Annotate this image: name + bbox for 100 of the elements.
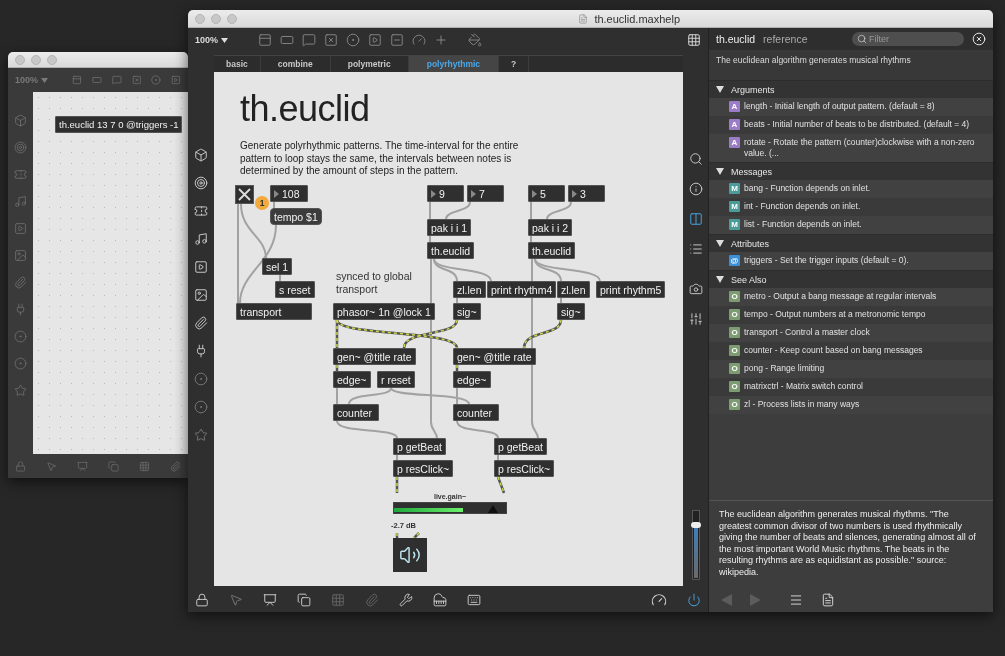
object-box[interactable]: zl.len [453,281,486,298]
piano-icon[interactable] [433,593,447,607]
toggle[interactable] [235,185,254,204]
play-square-icon[interactable] [171,73,181,87]
pointer-icon[interactable] [46,459,57,473]
object-box[interactable]: phasor~ 1n @lock 1 [333,303,435,320]
object-box[interactable]: sel 1 [262,258,293,275]
zoom-menu[interactable]: 100% [195,35,229,45]
circle-icon[interactable] [14,330,27,343]
reference-item[interactable]: @ triggers - Set the trigger inputs (default = 0). [709,252,993,270]
object-box[interactable]: pak i i 1 [427,219,472,236]
tab[interactable]: polyrhythmic [408,56,500,72]
panel-icon[interactable] [258,33,273,47]
speaker-button[interactable] [393,538,427,572]
section-header[interactable]: Attributes [709,234,993,252]
reference-item[interactable]: O zl - Process lists in many ways [709,396,993,414]
close-icon[interactable] [972,32,986,46]
power-icon[interactable] [687,593,701,607]
object-box[interactable]: r reset [377,371,415,388]
paperclip-icon[interactable] [365,593,379,607]
object-box[interactable]: th.euclid [528,242,576,259]
number-box[interactable]: 108 [270,185,308,202]
minimize-light[interactable] [31,54,41,65]
reference-item[interactable]: A length - Initial length of output pattern. (default = 8) [709,98,993,116]
section-header[interactable]: Arguments [709,80,993,98]
minimize-light[interactable] [211,13,221,24]
plus-icon[interactable] [434,33,449,47]
filter-field[interactable]: Filter [852,32,964,46]
reference-item[interactable]: O transport - Control a master clock [709,324,993,342]
wrench-icon[interactable] [399,593,413,607]
volume-slider[interactable] [691,510,700,580]
rectangle-icon[interactable] [280,33,295,47]
camera-icon[interactable] [688,282,703,296]
menu-icon[interactable] [789,593,803,607]
back-arrow-icon[interactable] [721,594,732,606]
paperclip-icon[interactable] [14,276,27,289]
minus-square-icon[interactable] [390,33,405,47]
reference-item[interactable]: M bang - Function depends on inlet. [709,180,993,198]
lock-icon[interactable] [195,593,209,607]
sliders-icon[interactable] [688,312,703,326]
circle-icon[interactable] [194,372,208,386]
dial-icon[interactable] [412,33,427,47]
search-icon[interactable] [688,152,703,166]
object-box[interactable]: print rhythm4 [487,281,557,298]
gauge-icon[interactable] [651,592,667,608]
paperclip-icon[interactable] [170,459,181,473]
number-box[interactable]: 9 [427,185,464,202]
copy-icon[interactable] [297,593,311,607]
circle-dot-icon[interactable] [151,73,162,87]
circle-dot-icon[interactable] [346,33,361,47]
reference-item[interactable]: A rotate - Rotate the pattern (counter)clockwise with a non-zero value. (... [709,134,993,162]
list-icon[interactable] [688,242,703,256]
object-box[interactable]: pak i i 2 [528,219,573,236]
star-icon[interactable] [194,428,208,442]
close-light[interactable] [15,54,25,65]
object-box[interactable]: p getBeat [393,438,446,455]
pointer-icon[interactable] [229,593,243,607]
info-icon[interactable] [688,182,703,196]
section-header[interactable]: See Also [709,270,993,288]
object-box[interactable]: s reset [275,281,315,298]
object-box[interactable]: gen~ @title rate [453,348,536,365]
document-icon[interactable] [821,593,835,607]
object-box[interactable]: p getBeat [494,438,547,455]
object-box[interactable]: counter [453,404,499,421]
object-box[interactable]: th.euclid 13 7 0 @triggers -1 [55,116,183,133]
number-box[interactable]: 5 [528,185,565,202]
speech-bubble-icon[interactable] [111,73,122,87]
music-note-icon[interactable] [194,232,208,246]
object-box[interactable]: sig~ [557,303,585,320]
reference-item[interactable]: O metro - Output a bang message at regular intervals [709,288,993,306]
slider-thumb[interactable] [487,505,498,513]
panel-icon[interactable] [72,73,82,87]
forward-arrow-icon[interactable] [750,594,761,606]
object-box[interactable]: counter [333,404,379,421]
object-box[interactable]: print rhythm5 [596,281,666,298]
close-light[interactable] [195,13,205,24]
star-icon[interactable] [14,384,27,397]
object-box[interactable]: edge~ [333,371,371,388]
number-box[interactable]: 7 [467,185,504,202]
object-box[interactable]: th.euclid [427,242,475,259]
cross-square-icon[interactable] [131,73,142,87]
cross-square-icon[interactable] [324,33,339,47]
paint-bucket-icon[interactable] [468,33,483,47]
object-box[interactable]: edge~ [453,371,491,388]
object-box[interactable]: gen~ @title rate [333,348,416,365]
presentation-icon[interactable] [263,593,277,607]
object-box[interactable]: p resClick~ [393,460,454,477]
reference-item[interactable]: M list - Function depends on inlet. [709,216,993,234]
play-square-icon[interactable] [368,33,383,47]
section-header[interactable]: Messages [709,162,993,180]
object-box[interactable]: p resClick~ [494,460,555,477]
keyboard-icon[interactable] [467,593,481,607]
speech-bubble-icon[interactable] [302,33,317,47]
plug-icon[interactable] [194,344,208,358]
reference-item[interactable]: O pong - Range limiting [709,360,993,378]
object-box[interactable]: sig~ [453,303,481,320]
gain-slider[interactable] [393,502,507,514]
circle-icon[interactable] [194,400,208,414]
ticket-icon[interactable] [194,204,208,218]
circle-icon[interactable] [14,357,27,370]
